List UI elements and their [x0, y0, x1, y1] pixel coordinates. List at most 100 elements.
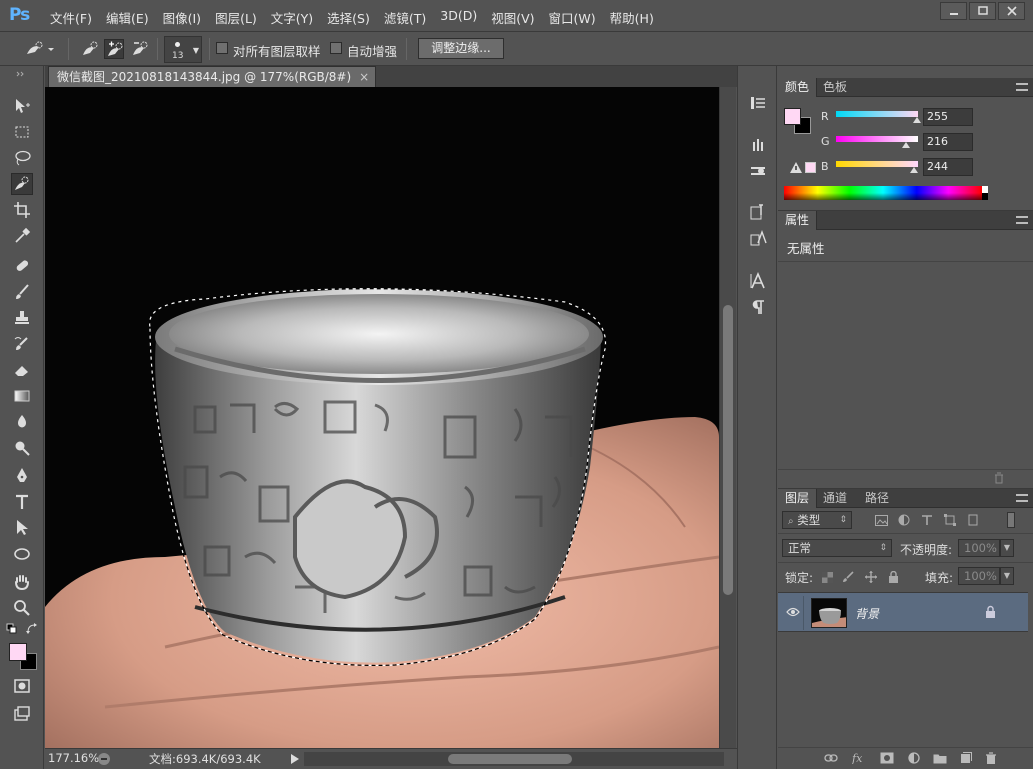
blue-value-field[interactable]: 244 [923, 158, 973, 176]
marquee-tool[interactable] [11, 121, 33, 143]
quick-mask-button[interactable] [11, 675, 33, 697]
menu-3d[interactable]: 3D(D) [440, 8, 477, 27]
add-to-selection-button[interactable] [104, 39, 124, 59]
panel-menu-icon[interactable] [1016, 216, 1028, 224]
vertical-scrollbar[interactable] [719, 87, 736, 748]
lock-position[interactable] [864, 570, 878, 584]
brush-presets-button[interactable] [747, 134, 769, 156]
close-button[interactable] [998, 2, 1025, 20]
blue-slider-knob[interactable] [910, 167, 918, 173]
menu-file[interactable]: 文件(F) [50, 8, 92, 27]
spectrum-white-chip[interactable] [982, 186, 988, 193]
blend-mode-select[interactable]: 正常 ⇕ [782, 539, 892, 557]
menu-type[interactable]: 文字(Y) [271, 8, 313, 27]
eraser-tool[interactable] [11, 359, 33, 381]
add-mask-button[interactable] [879, 750, 895, 766]
tab-layers[interactable]: 图层 [778, 489, 818, 508]
color-panel-foreground-swatch[interactable] [784, 108, 801, 125]
paragraph-panel-button[interactable] [747, 296, 769, 318]
pen-tool[interactable] [11, 465, 33, 487]
new-selection-button[interactable] [80, 39, 100, 59]
menu-image[interactable]: 图像(I) [163, 8, 201, 27]
menu-layer[interactable]: 图层(L) [215, 8, 257, 27]
swap-colors-button[interactable] [26, 623, 38, 635]
blur-tool[interactable] [11, 411, 33, 433]
horizontal-scroll-thumb[interactable] [448, 754, 572, 764]
fill-field[interactable]: 100% [958, 567, 1000, 585]
menu-select[interactable]: 选择(S) [327, 8, 370, 27]
green-slider-knob[interactable] [902, 142, 910, 148]
type-tool[interactable] [11, 491, 33, 513]
layer-filter-select[interactable]: ⌕ 类型 ⇕ [782, 511, 852, 529]
red-value-field[interactable]: 255 [923, 108, 973, 126]
new-adjustment-layer-button[interactable] [906, 750, 922, 766]
opacity-field[interactable]: 100% [958, 539, 1000, 557]
character-styles-button[interactable] [747, 201, 769, 223]
fill-dropdown[interactable]: ▼ [1000, 567, 1014, 585]
layer-thumbnail[interactable] [811, 598, 847, 628]
red-slider-track[interactable] [836, 111, 918, 117]
opacity-dropdown[interactable]: ▼ [1000, 539, 1014, 557]
subtract-from-selection-button[interactable] [130, 39, 150, 59]
move-tool[interactable] [11, 95, 33, 117]
dodge-tool[interactable] [11, 437, 33, 459]
hand-tool[interactable] [11, 571, 33, 593]
color-spectrum-ramp[interactable] [784, 186, 982, 200]
healing-brush-tool[interactable] [11, 255, 33, 277]
horizontal-scrollbar[interactable] [304, 752, 724, 766]
blue-slider-track[interactable] [836, 161, 918, 167]
path-selection-tool[interactable] [11, 517, 33, 539]
menu-window[interactable]: 窗口(W) [549, 8, 596, 27]
document-canvas[interactable] [45, 87, 719, 748]
new-group-button[interactable] [932, 750, 948, 766]
gradient-tool[interactable] [11, 385, 33, 407]
tab-paths[interactable]: 路径 [858, 489, 896, 508]
history-brush-tool[interactable] [11, 333, 33, 355]
delete-layer-button[interactable] [983, 750, 999, 766]
layer-row[interactable]: 背景 [778, 592, 1028, 632]
properties-trash-button[interactable] [993, 472, 1005, 487]
pixel-layer-filter[interactable] [874, 513, 888, 527]
smart-object-filter[interactable] [966, 513, 980, 527]
adjustment-layer-filter[interactable] [897, 513, 911, 527]
lasso-tool[interactable] [11, 147, 33, 169]
menu-view[interactable]: 视图(V) [491, 8, 534, 27]
panel-collapse-handle[interactable] [8, 70, 36, 78]
foreground-color-swatch[interactable] [9, 643, 27, 661]
status-menu-arrow[interactable] [290, 753, 300, 768]
green-value-field[interactable]: 216 [923, 133, 973, 151]
zoom-tool[interactable] [11, 597, 33, 619]
filter-toggle-switch[interactable] [1007, 512, 1015, 528]
lock-image-pixels[interactable] [841, 570, 855, 584]
sample-all-layers-checkbox[interactable] [216, 42, 228, 54]
brush-size-picker[interactable]: 13 ▼ [164, 36, 202, 63]
lock-transparent-pixels[interactable] [820, 570, 834, 584]
layer-name[interactable]: 背景 [855, 605, 879, 622]
menu-filter[interactable]: 滤镜(T) [384, 8, 426, 27]
brush-tool[interactable] [11, 281, 33, 303]
crop-tool[interactable] [11, 199, 33, 221]
tab-properties[interactable]: 属性 [778, 211, 818, 230]
tab-swatches[interactable]: 色板 [816, 78, 854, 97]
tool-preset-picker[interactable] [24, 39, 54, 59]
character-panel-button[interactable] [747, 270, 769, 292]
red-slider-knob[interactable] [913, 117, 921, 123]
quick-selection-tool[interactable] [11, 173, 33, 195]
vertical-scroll-thumb[interactable] [723, 305, 733, 595]
refine-edge-button[interactable]: 调整边缘... [418, 38, 504, 59]
eyedropper-tool[interactable] [11, 225, 33, 247]
default-colors-button[interactable] [6, 623, 18, 635]
menu-edit[interactable]: 编辑(E) [106, 8, 149, 27]
clone-source-button[interactable] [747, 160, 769, 182]
maximize-button[interactable] [969, 2, 996, 20]
link-layers-button[interactable] [823, 750, 839, 766]
shape-tool[interactable] [11, 543, 33, 565]
screen-mode-button[interactable] [11, 703, 33, 725]
menu-help[interactable]: 帮助(H) [610, 8, 654, 27]
layer-visibility-toggle[interactable] [786, 606, 800, 620]
type-layer-filter[interactable] [920, 513, 934, 527]
panel-menu-icon[interactable] [1016, 83, 1028, 91]
character-panel-small-button[interactable] [747, 227, 769, 249]
history-panel-button[interactable] [747, 92, 769, 114]
zoom-level[interactable]: 177.16% [48, 751, 99, 765]
